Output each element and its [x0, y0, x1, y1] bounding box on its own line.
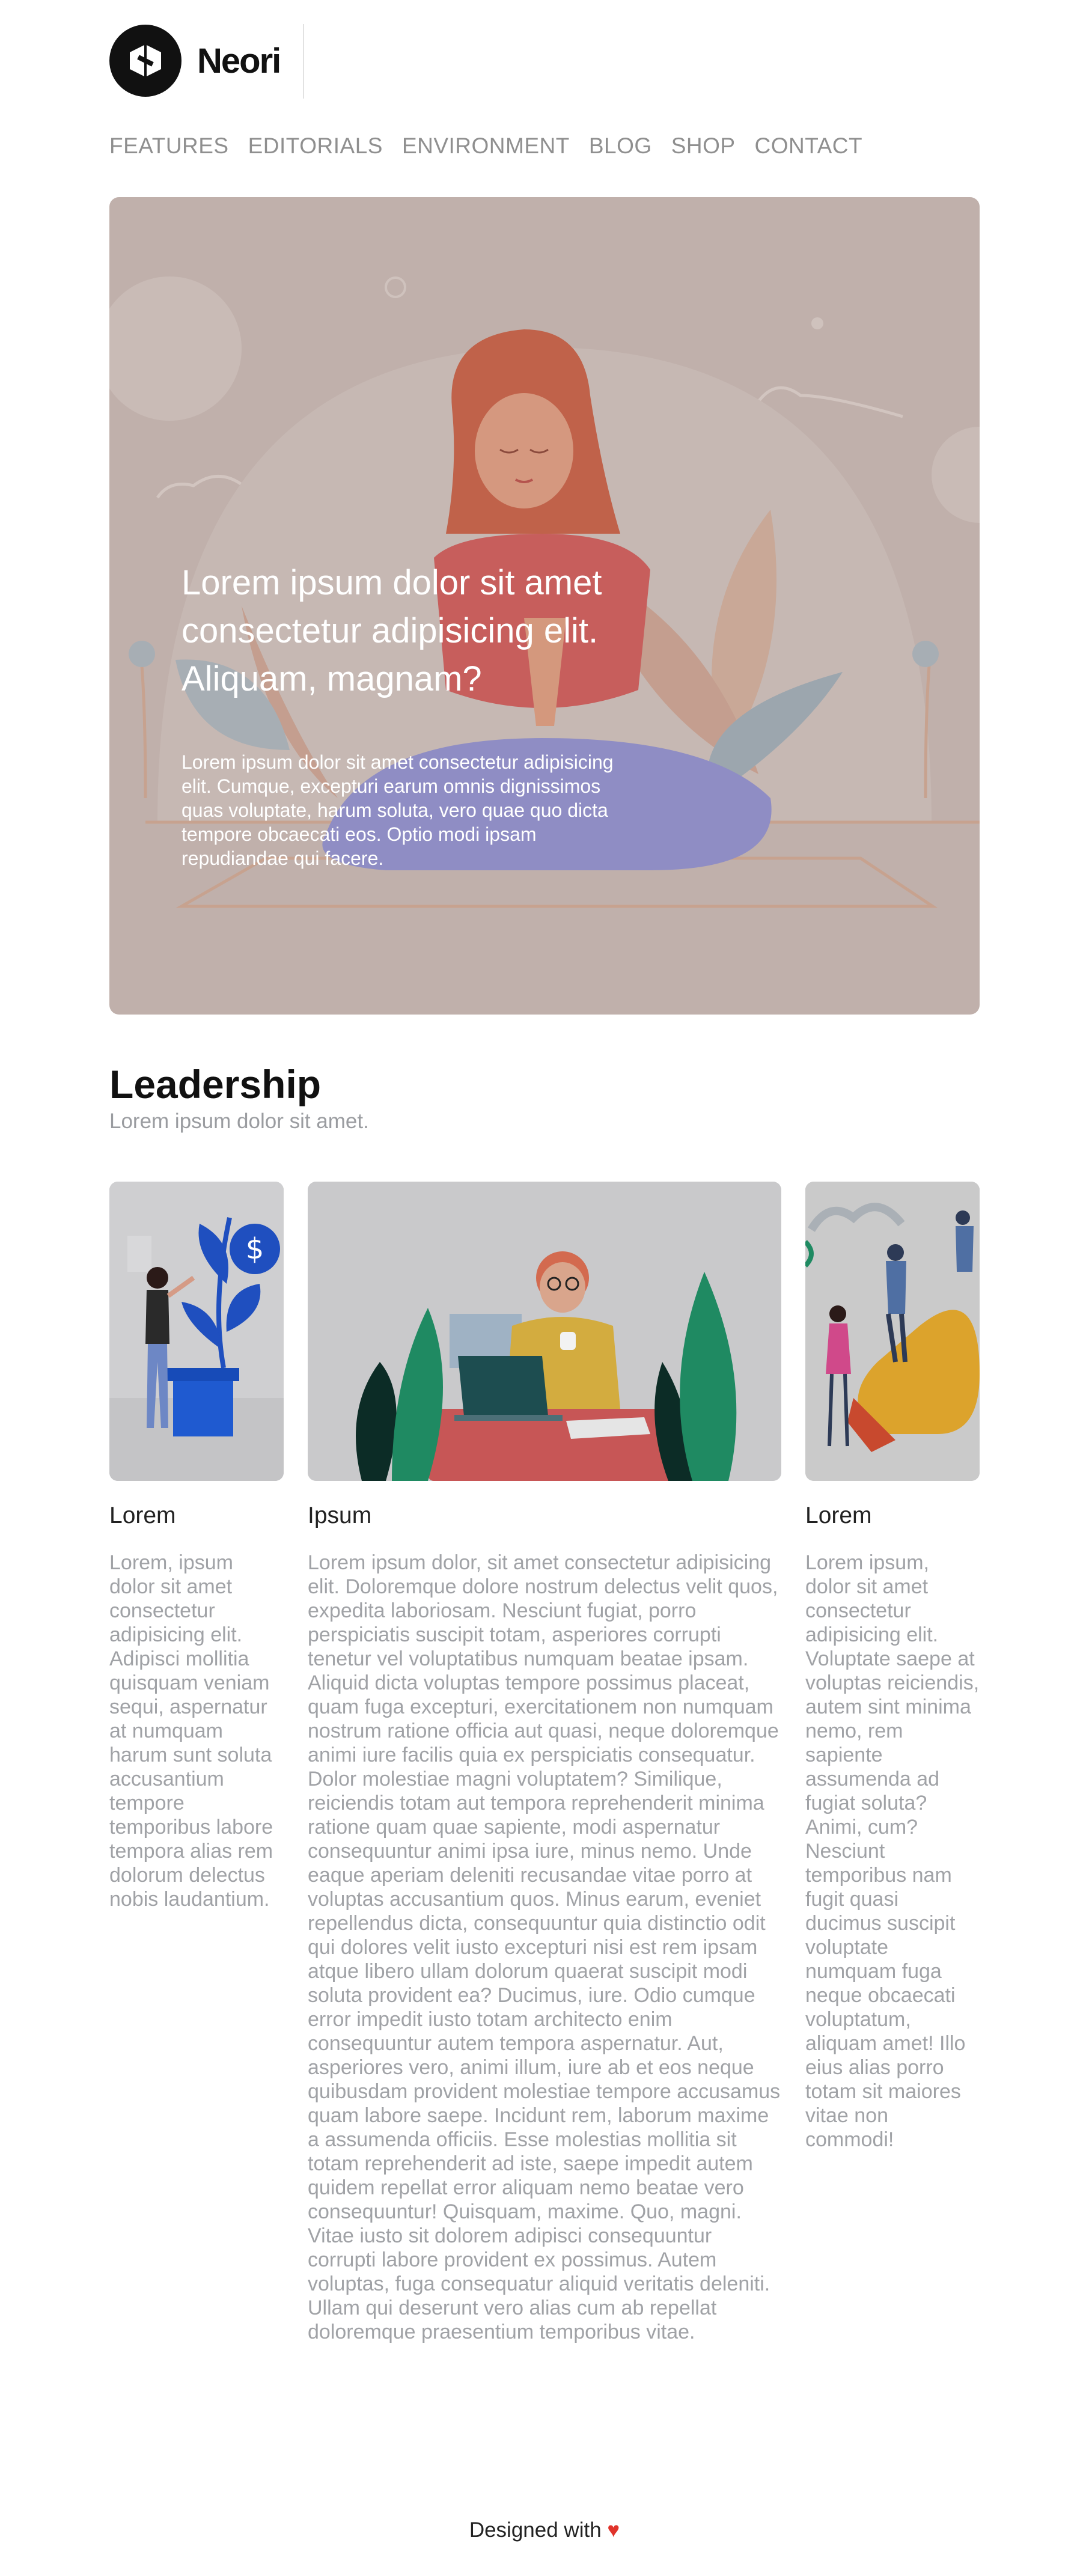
brand-logo-icon	[109, 25, 182, 97]
footer-text: Designed with	[469, 2518, 602, 2542]
leader-card-image	[308, 1182, 781, 1481]
nav-item-environment[interactable]: ENVIRONMENT	[402, 133, 570, 159]
section-title: Leadership	[109, 1062, 322, 1106]
leader-name: Ipsum	[308, 1503, 372, 1528]
nav-item-blog[interactable]: BLOG	[589, 133, 652, 159]
main-nav: FEATURES EDITORIALS ENVIRONMENT BLOG SHO…	[109, 133, 862, 159]
nav-item-shop[interactable]: SHOP	[671, 133, 736, 159]
svg-text:$: $	[246, 1232, 264, 1266]
header-divider	[303, 24, 304, 99]
brand-name: Neori	[197, 41, 281, 81]
leader-card: $ Lorem Lorem, ipsum dolor sit amet cons…	[109, 1182, 284, 1911]
leader-name: Lorem	[109, 1503, 176, 1528]
leader-card: Ipsum Lorem ipsum dolor, sit amet consec…	[308, 1182, 781, 2344]
leader-bio: Lorem ipsum dolor, sit amet consectetur …	[308, 1551, 781, 2343]
section-subtitle: Lorem ipsum dolor sit amet.	[109, 1109, 369, 1133]
nav-item-editorials[interactable]: EDITORIALS	[248, 133, 383, 159]
leader-bio: Lorem ipsum, dolor sit amet consectetur …	[805, 1551, 980, 2151]
leader-card-image	[805, 1182, 980, 1481]
hero: Lorem ipsum dolor sit amet consectetur a…	[109, 197, 980, 1015]
leader-card: Lorem Lorem ipsum, dolor sit amet consec…	[805, 1182, 980, 2152]
leader-card-image: $	[109, 1182, 284, 1481]
leader-name: Lorem	[805, 1503, 872, 1528]
nav-item-features[interactable]: FEATURES	[109, 133, 229, 159]
brand[interactable]: Neori	[109, 23, 281, 99]
leader-bio: Lorem, ipsum dolor sit amet consectetur …	[109, 1551, 273, 1911]
heart-icon: ♥	[607, 2518, 620, 2542]
hero-body: Lorem ipsum dolor sit amet consectetur a…	[182, 751, 614, 869]
hero-title: Lorem ipsum dolor sit amet consectetur a…	[182, 563, 602, 698]
nav-item-contact[interactable]: CONTACT	[755, 133, 863, 159]
footer: Designed with ♥	[109, 2518, 980, 2542]
